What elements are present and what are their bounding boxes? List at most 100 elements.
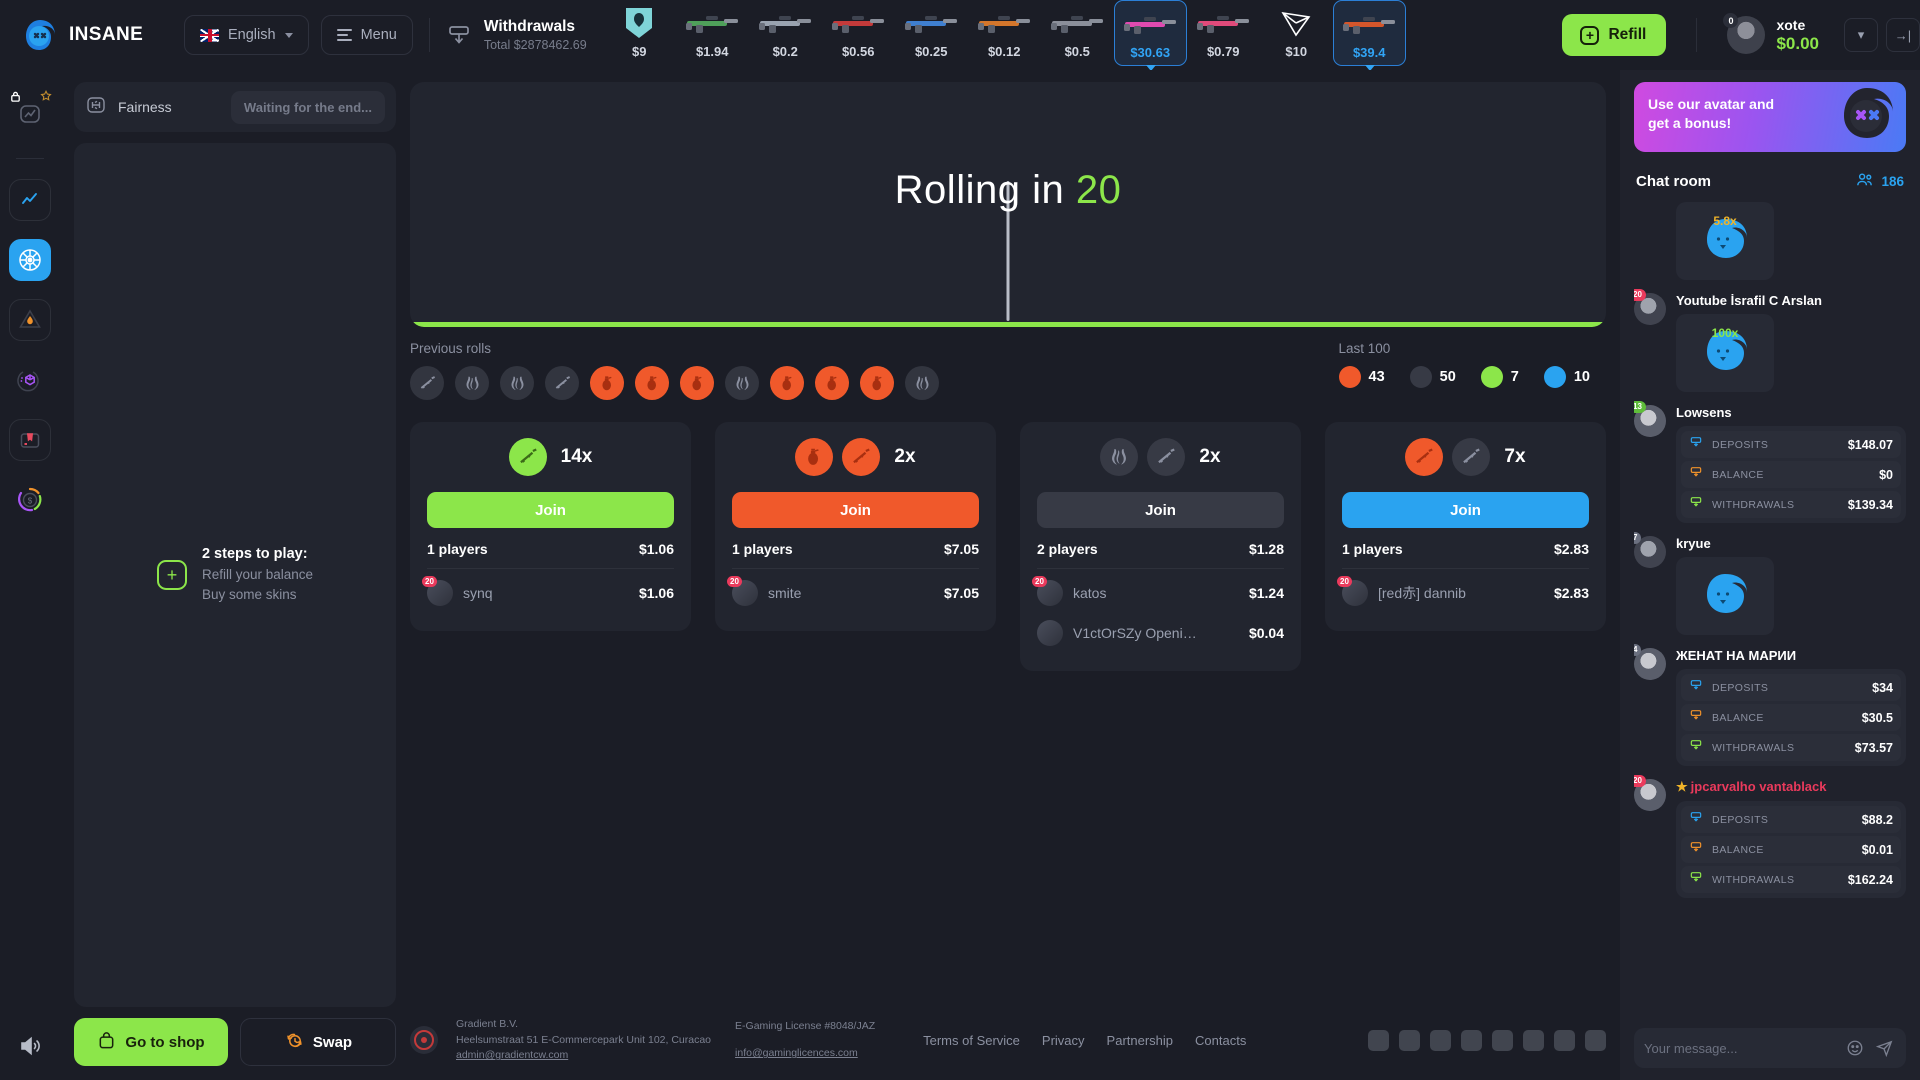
telegram-icon[interactable]: [1492, 1029, 1513, 1051]
footer-link[interactable]: Partnership: [1107, 1033, 1173, 1048]
skin-item[interactable]: $30.63: [1113, 0, 1187, 70]
instagram-icon[interactable]: [1368, 1029, 1389, 1051]
previous-roll-dot: [500, 366, 534, 400]
skin-item[interactable]: $39.4: [1332, 0, 1406, 70]
sound-on-icon: [14, 1030, 46, 1062]
language-selector[interactable]: English: [184, 15, 309, 55]
previous-roll-dot: [410, 366, 444, 400]
join-button[interactable]: Join: [732, 492, 979, 528]
skin-item[interactable]: $9: [603, 0, 676, 66]
chat-user-name[interactable]: Lowsens: [1676, 405, 1906, 420]
chat-user-name[interactable]: ★ jpcarvalho vantablack: [1676, 779, 1906, 795]
footer-link[interactable]: Privacy: [1042, 1033, 1085, 1048]
tiktok-icon[interactable]: [1399, 1029, 1420, 1051]
send-icon[interactable]: [1874, 1037, 1896, 1059]
center-column: Rolling in 20 Previous rolls Last 100 43…: [410, 70, 1620, 1080]
stat-label: BALANCE: [1712, 843, 1764, 856]
sidebar-item-cases[interactable]: [9, 359, 51, 401]
shopping-bag-icon: [97, 1031, 116, 1054]
uk-flag-icon: [200, 28, 219, 42]
brand-logo[interactable]: INSANE: [22, 17, 174, 53]
chat-input-row[interactable]: [1634, 1028, 1906, 1068]
swap-button[interactable]: Swap: [240, 1018, 396, 1066]
skin-item[interactable]: $0.2: [749, 0, 822, 66]
skins-ticker[interactable]: $9 $1.94 $0.2 $0.56 $0.25 $0.12 $0.5 $30…: [603, 0, 1549, 70]
join-button[interactable]: Join: [427, 492, 674, 528]
chat-level-badge: 20: [1634, 289, 1646, 301]
avatar[interactable]: 4: [1634, 644, 1666, 680]
skin-item[interactable]: $0.79: [1187, 0, 1260, 66]
reddit-icon[interactable]: [1585, 1029, 1606, 1051]
last-100: Last 100 43 50 7 10: [1309, 341, 1607, 388]
chat-user-name[interactable]: Youtube İsrafil C Arslan: [1676, 293, 1906, 308]
avatar: 20: [422, 576, 453, 606]
skin-item[interactable]: $0.56: [822, 0, 895, 66]
skin-item[interactable]: $0.12: [968, 0, 1041, 66]
withdraw-icon: [1689, 738, 1703, 757]
chat-user-name[interactable]: ЖЕНАТ НА МАРИИ: [1676, 648, 1906, 663]
list-item: 20 synq $1.06: [422, 573, 674, 613]
player-amount: $1.24: [1248, 585, 1284, 601]
last-100-list: 43 50 7 10: [1338, 366, 1607, 388]
sidebar-item-roulette[interactable]: [9, 239, 51, 281]
skin-item[interactable]: $1.94: [676, 0, 749, 66]
user-block[interactable]: 0 xote $0.00 ▾ →|: [1713, 13, 1920, 54]
avatar[interactable]: 13: [1634, 401, 1666, 437]
go-to-shop-button[interactable]: Go to shop: [74, 1018, 228, 1066]
join-button[interactable]: Join: [1342, 492, 1589, 528]
left-actions: Go to shop Swap: [74, 1018, 396, 1066]
active-indicator: [1365, 65, 1376, 70]
skin-item[interactable]: $10: [1260, 0, 1333, 66]
sidebar-item-jackpot[interactable]: $: [9, 479, 51, 521]
footer-link[interactable]: Contacts: [1195, 1033, 1246, 1048]
logout-icon[interactable]: →|: [1886, 18, 1920, 52]
promo-banner[interactable]: Use our avatar and get a bonus!: [1634, 82, 1906, 152]
sidebar-item-crash[interactable]: [9, 299, 51, 341]
facebook-icon[interactable]: [1461, 1029, 1482, 1051]
stat-label: WITHDRAWALS: [1712, 498, 1795, 511]
footer-link[interactable]: Terms of Service: [923, 1033, 1020, 1048]
chat-message-body: ★ jpcarvalho vantablack DEPOSITS $88.2 BA…: [1676, 779, 1906, 898]
discord-icon[interactable]: [1554, 1029, 1575, 1051]
fairness-label[interactable]: Fairness: [118, 99, 172, 115]
avatar[interactable]: 20: [1634, 775, 1666, 811]
chat-messages[interactable]: 5.8x 20 Youtube İsrafil C Arslan 100x 13 L…: [1634, 202, 1906, 1017]
withdraw-icon: [1689, 870, 1703, 889]
refill-button[interactable]: + Refill: [1562, 14, 1667, 56]
footer-email[interactable]: admin@gradientcw.com: [456, 1049, 568, 1061]
join-button[interactable]: Join: [1037, 492, 1284, 528]
withdrawals-summary[interactable]: Withdrawals Total $2878462.69: [446, 18, 587, 52]
skin-item[interactable]: $0.25: [895, 0, 968, 66]
vk-icon[interactable]: [1430, 1029, 1451, 1051]
avatar[interactable]: 7: [1634, 532, 1666, 568]
sidebar-item-stats[interactable]: [9, 179, 51, 221]
chevron-down-icon[interactable]: ▾: [1844, 18, 1878, 52]
skin-price: $0.56: [841, 44, 875, 59]
bet-card: 2x Join 2 players $1.28 20 katos $1.24 V…: [1020, 422, 1301, 671]
player-amount: $0.04: [1248, 625, 1284, 641]
avatar[interactable]: 0: [1723, 13, 1766, 54]
player-level-badge: 20: [727, 576, 742, 588]
chat-user-name[interactable]: kryue: [1676, 536, 1906, 551]
skin-price: $10: [1285, 44, 1308, 59]
player-level-badge: 20: [1032, 576, 1047, 588]
skin-item[interactable]: $0.5: [1041, 0, 1114, 66]
menu-button[interactable]: Menu: [320, 15, 413, 55]
chat-message-input[interactable]: [1644, 1040, 1836, 1056]
skin-price: $9: [631, 44, 647, 59]
sidebar-item-locked-stats[interactable]: [9, 90, 52, 134]
swap-icon: [284, 1030, 304, 1054]
player-name: smite: [768, 585, 802, 601]
twitter-icon[interactable]: [1523, 1029, 1544, 1051]
sound-toggle[interactable]: [0, 1030, 60, 1062]
bet-header: 2x: [1037, 438, 1284, 476]
stat-row: WITHDRAWALS $162.24: [1681, 866, 1901, 893]
bet-multiplier: 2x: [1199, 446, 1221, 467]
sidebar-item-case-battles[interactable]: [9, 419, 51, 461]
avatar[interactable]: 20: [1634, 289, 1666, 325]
stat-row: BALANCE $30.5: [1681, 704, 1901, 731]
emoji-icon[interactable]: [1844, 1037, 1866, 1059]
previous-roll-dot: [860, 366, 894, 400]
footer-license-email[interactable]: info@gaminglicences.com: [735, 1047, 858, 1059]
roll-prefix: Rolling in: [894, 168, 1065, 212]
